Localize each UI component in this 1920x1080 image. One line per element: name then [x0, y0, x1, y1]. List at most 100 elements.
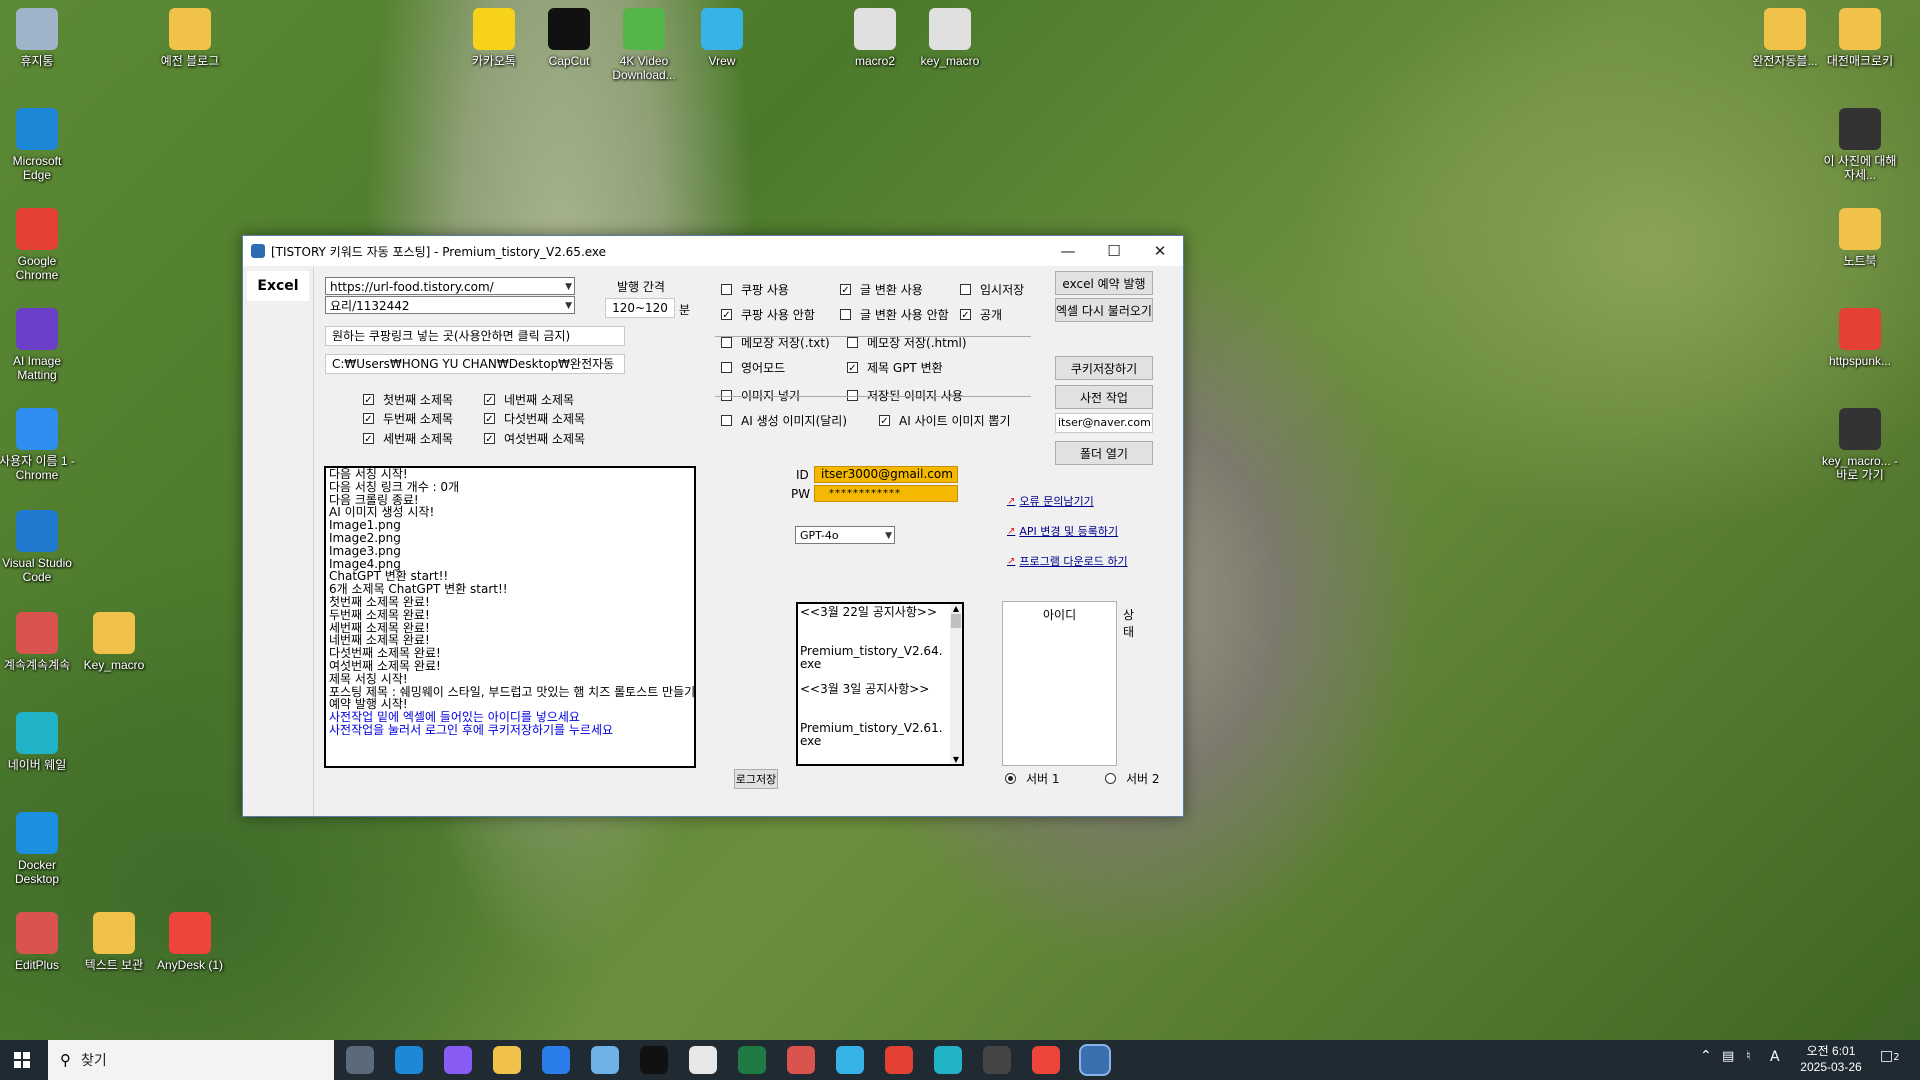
- scroll-thumb[interactable]: [951, 614, 961, 628]
- desktop-icon[interactable]: CapCut: [529, 8, 609, 68]
- help-link[interactable]: ↗ API 변경 및 등록하기: [1007, 523, 1118, 539]
- interval-input[interactable]: 120~120: [605, 298, 675, 318]
- desktop-icon[interactable]: key_macro... - 바로 가기: [1820, 408, 1900, 482]
- checkbox-checked-icon[interactable]: ✓: [484, 433, 495, 445]
- desktop-icon[interactable]: 텍스트 보관: [74, 912, 154, 972]
- chrome-icon[interactable]: [885, 1046, 913, 1074]
- desktop-icon[interactable]: 사용자 이름 1 - Chrome: [0, 408, 77, 482]
- option-checkbox[interactable]: ✓ 공개: [960, 306, 1002, 323]
- desktop-icon[interactable]: 휴지통: [0, 8, 77, 68]
- scroll-down-icon[interactable]: ▼: [950, 755, 962, 764]
- desktop-icon[interactable]: EditPlus: [0, 912, 77, 972]
- app-icon[interactable]: [983, 1046, 1011, 1074]
- desktop-icon[interactable]: AI Image Matting: [0, 308, 77, 382]
- whale-icon[interactable]: [934, 1046, 962, 1074]
- minimize-button[interactable]: —: [1045, 236, 1091, 266]
- tistory-app-icon[interactable]: [1081, 1046, 1109, 1074]
- copilot-icon[interactable]: [444, 1046, 472, 1074]
- category-combo[interactable]: 요리/1132442 ▼: [325, 296, 575, 314]
- scroll-up-icon[interactable]: ▲: [950, 604, 962, 613]
- checkbox-checked-icon[interactable]: ✓: [840, 284, 851, 296]
- log-save-button[interactable]: 로그저장: [734, 769, 778, 789]
- app-window[interactable]: [TISTORY 키워드 자동 포스팅] - Premium_tistory_V…: [242, 235, 1184, 817]
- subtitle-checkbox[interactable]: ✓ 여섯번째 소제목: [484, 430, 585, 447]
- checkbox-checked-icon[interactable]: ✓: [484, 394, 495, 406]
- help-link[interactable]: ↗ 프로그램 다운로드 하기: [1007, 553, 1128, 569]
- tab-excel[interactable]: Excel: [247, 271, 309, 301]
- checkbox-unchecked-icon[interactable]: [960, 284, 971, 295]
- option-checkbox[interactable]: 쿠팡 사용: [721, 281, 789, 298]
- scrollbar[interactable]: ▲ ▼: [950, 604, 962, 764]
- desktop-icon[interactable]: 예전 블로그: [150, 8, 230, 68]
- desktop-icon[interactable]: httpspunk...: [1820, 308, 1900, 368]
- close-button[interactable]: ✕: [1137, 236, 1183, 266]
- desktop-icon[interactable]: Key_macro: [74, 612, 154, 672]
- desktop-icon[interactable]: 4K Video Download...: [604, 8, 684, 82]
- desktop-icon[interactable]: AnyDesk (1): [150, 912, 230, 972]
- checkbox-unchecked-icon[interactable]: [840, 309, 851, 320]
- capcut-icon[interactable]: [640, 1046, 668, 1074]
- help-link[interactable]: ↗ 오류 문의남기기: [1007, 493, 1094, 509]
- store-icon[interactable]: [542, 1046, 570, 1074]
- folder-open-button[interactable]: 폴더 열기: [1055, 441, 1153, 465]
- account-table[interactable]: 아이디 상태: [1002, 601, 1134, 766]
- checkbox-checked-icon[interactable]: ✓: [363, 433, 374, 445]
- option-checkbox[interactable]: 영어모드: [721, 359, 785, 376]
- desktop-icon[interactable]: Docker Desktop: [0, 812, 77, 886]
- checkbox-unchecked-icon[interactable]: [721, 362, 732, 373]
- option-checkbox[interactable]: 임시저장: [960, 281, 1024, 298]
- desktop-icon[interactable]: Vrew: [682, 8, 762, 68]
- coupang-link-input[interactable]: 원하는 쿠팡링크 넣는 곳(사용안하면 클릭 금지): [325, 326, 625, 346]
- desktop-icon[interactable]: 완전자동블...: [1745, 8, 1825, 68]
- log-textbox[interactable]: 다음 서칭 시작! 다음 서칭 링크 개수 : 0개 다음 크롤링 종료! AI 이미…: [324, 466, 696, 768]
- checkbox-unchecked-icon[interactable]: [721, 415, 732, 426]
- radio-unselected-icon[interactable]: [1105, 773, 1116, 784]
- subtitle-checkbox[interactable]: ✓ 다섯번째 소제목: [484, 410, 585, 427]
- path-input[interactable]: C:₩Users₩HONG YU CHAN₩Desktop₩완전자동: [325, 354, 625, 374]
- server-radio[interactable]: 서버 2: [1105, 770, 1160, 787]
- chatgpt-icon[interactable]: [689, 1046, 717, 1074]
- volume-icon[interactable]: ♮: [1746, 1049, 1751, 1064]
- desktop-icon[interactable]: 대전매크로키: [1820, 8, 1900, 68]
- server-radio[interactable]: 서버 1: [1005, 770, 1060, 787]
- option-checkbox[interactable]: ✓ AI 사이트 이미지 뽑기: [879, 412, 1011, 429]
- email-input[interactable]: itser@naver.com: [1055, 413, 1153, 433]
- editplus-icon[interactable]: [787, 1046, 815, 1074]
- vrew-icon[interactable]: [836, 1046, 864, 1074]
- desktop-icon[interactable]: 계속계속계속: [0, 612, 77, 672]
- clock[interactable]: 오전 6:01 2025-03-26: [1796, 1043, 1866, 1075]
- maximize-button[interactable]: ☐: [1091, 236, 1137, 266]
- desktop-icon[interactable]: macro2: [835, 8, 915, 68]
- desktop-icon[interactable]: 네이버 웨일: [0, 712, 77, 772]
- ime-indicator[interactable]: A: [1770, 1049, 1780, 1065]
- task-view-icon[interactable]: [346, 1046, 374, 1074]
- excel-icon[interactable]: [738, 1046, 766, 1074]
- notes-icon[interactable]: [591, 1046, 619, 1074]
- subtitle-checkbox[interactable]: ✓ 네번째 소제목: [484, 391, 574, 408]
- excel-schedule-button[interactable]: excel 예약 발행: [1055, 271, 1153, 295]
- checkbox-unchecked-icon[interactable]: [721, 337, 732, 348]
- option-checkbox[interactable]: AI 생성 이미지(달리): [721, 412, 847, 429]
- checkbox-checked-icon[interactable]: ✓: [960, 309, 971, 321]
- subtitle-checkbox[interactable]: ✓ 첫번째 소제목: [363, 391, 453, 408]
- edge-icon[interactable]: [395, 1046, 423, 1074]
- checkbox-checked-icon[interactable]: ✓: [879, 415, 890, 427]
- desktop-icon[interactable]: 카카오톡: [454, 8, 534, 68]
- subtitle-checkbox[interactable]: ✓ 두번째 소제목: [363, 410, 453, 427]
- excel-reload-button[interactable]: 엑셀 다시 불러오기: [1055, 298, 1153, 322]
- file-explorer-icon[interactable]: [493, 1046, 521, 1074]
- subtitle-checkbox[interactable]: ✓ 세번째 소제목: [363, 430, 453, 447]
- checkbox-checked-icon[interactable]: ✓: [363, 413, 374, 425]
- checkbox-checked-icon[interactable]: ✓: [484, 413, 495, 425]
- cookie-save-button[interactable]: 쿠키저장하기: [1055, 356, 1153, 380]
- desktop-icon[interactable]: key_macro: [910, 8, 990, 68]
- desktop-icon[interactable]: 이 사진에 대해 자세...: [1820, 108, 1900, 182]
- title-bar[interactable]: [TISTORY 키워드 자동 포스팅] - Premium_tistory_V…: [243, 236, 1183, 266]
- checkbox-checked-icon[interactable]: ✓: [363, 394, 374, 406]
- windows-start-icon[interactable]: [14, 1052, 30, 1068]
- option-checkbox[interactable]: ✓ 글 변환 사용: [840, 281, 923, 298]
- desktop-icon[interactable]: Google Chrome: [0, 208, 77, 282]
- notice-box[interactable]: <<3월 22일 공지사항>> Premium_tistory_V2.64.exe…: [796, 602, 964, 766]
- checkbox-checked-icon[interactable]: ✓: [721, 309, 732, 321]
- option-checkbox[interactable]: ✓ 제목 GPT 변환: [847, 359, 943, 376]
